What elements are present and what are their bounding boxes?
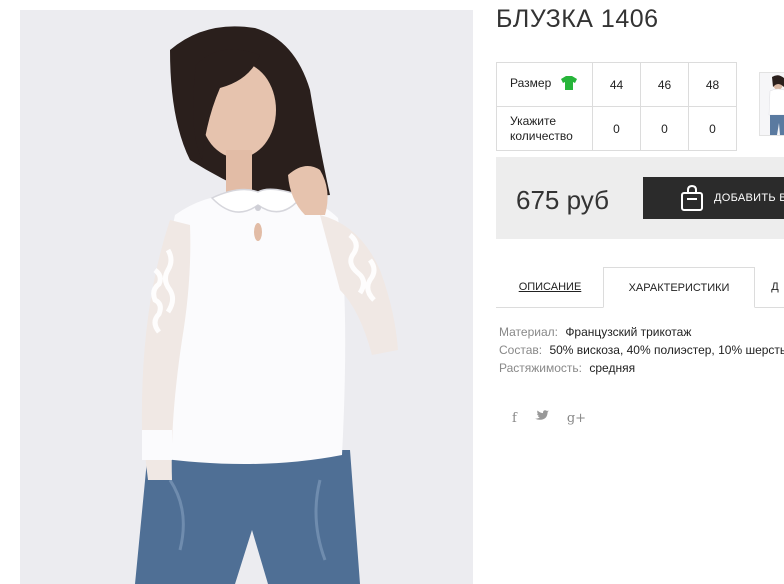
size-option[interactable]: 48: [688, 62, 737, 107]
tab-characteristics[interactable]: ХАРАКТЕРИСТИКИ: [603, 267, 755, 308]
price-panel: 675 руб ДОБАВИТЬ В: [496, 157, 784, 239]
spec-value: средняя: [589, 361, 636, 375]
product-title: БЛУЗКА 1406: [496, 5, 659, 33]
spec-label: Растяжимость:: [499, 361, 583, 375]
quantity-input[interactable]: 0: [640, 106, 689, 151]
quantity-input[interactable]: 0: [592, 106, 641, 151]
size-option[interactable]: 44: [592, 62, 641, 107]
quantity-row: Укажите количество 0 0 0: [496, 106, 737, 151]
spec-label: Состав:: [499, 343, 543, 357]
spec-label: Материал:: [499, 325, 558, 339]
size-option[interactable]: 46: [640, 62, 689, 107]
add-to-cart-label: ДОБАВИТЬ В: [714, 192, 784, 204]
tab-description[interactable]: ОПИСАНИЕ: [496, 267, 604, 307]
product-thumbnail[interactable]: [759, 72, 784, 136]
quantity-label: Укажите количество: [496, 106, 593, 151]
size-label-cell: Размер: [496, 62, 593, 107]
spec-row-material: Материал: Французский трикотаж: [499, 323, 784, 341]
social-share: f g+: [512, 410, 586, 426]
spec-row-composition: Состав: 50% вискоза, 40% полиэстер, 10% …: [499, 341, 784, 359]
spec-value: Французский трикотаж: [565, 325, 692, 339]
shopping-bag-icon: [680, 185, 704, 211]
tshirt-icon[interactable]: [560, 75, 577, 94]
product-image[interactable]: [20, 10, 473, 584]
size-quantity-table: Размер 44 46 48 Укажите количество 0 0 0: [496, 62, 737, 151]
thumbnail-illustration: [760, 73, 784, 135]
product-tabs: ОПИСАНИЕ ХАРАКТЕРИСТИКИ Д: [496, 267, 784, 308]
size-row: Размер 44 46 48: [496, 62, 737, 107]
product-price: 675 руб: [516, 185, 609, 215]
characteristics-list: Материал: Французский трикотаж Состав: 5…: [499, 323, 784, 377]
size-label: Размер: [510, 75, 552, 90]
quantity-input[interactable]: 0: [688, 106, 737, 151]
spec-row-stretch: Растяжимость: средняя: [499, 359, 784, 377]
tab-delivery[interactable]: Д: [755, 267, 784, 307]
google-plus-icon[interactable]: g+: [567, 411, 586, 426]
facebook-icon[interactable]: f: [512, 411, 517, 426]
product-photo-illustration: [20, 10, 473, 584]
spec-value: 50% вискоза, 40% полиэстер, 10% шерсть: [549, 343, 784, 357]
twitter-icon[interactable]: [534, 410, 549, 426]
add-to-cart-button[interactable]: ДОБАВИТЬ В: [643, 177, 784, 219]
